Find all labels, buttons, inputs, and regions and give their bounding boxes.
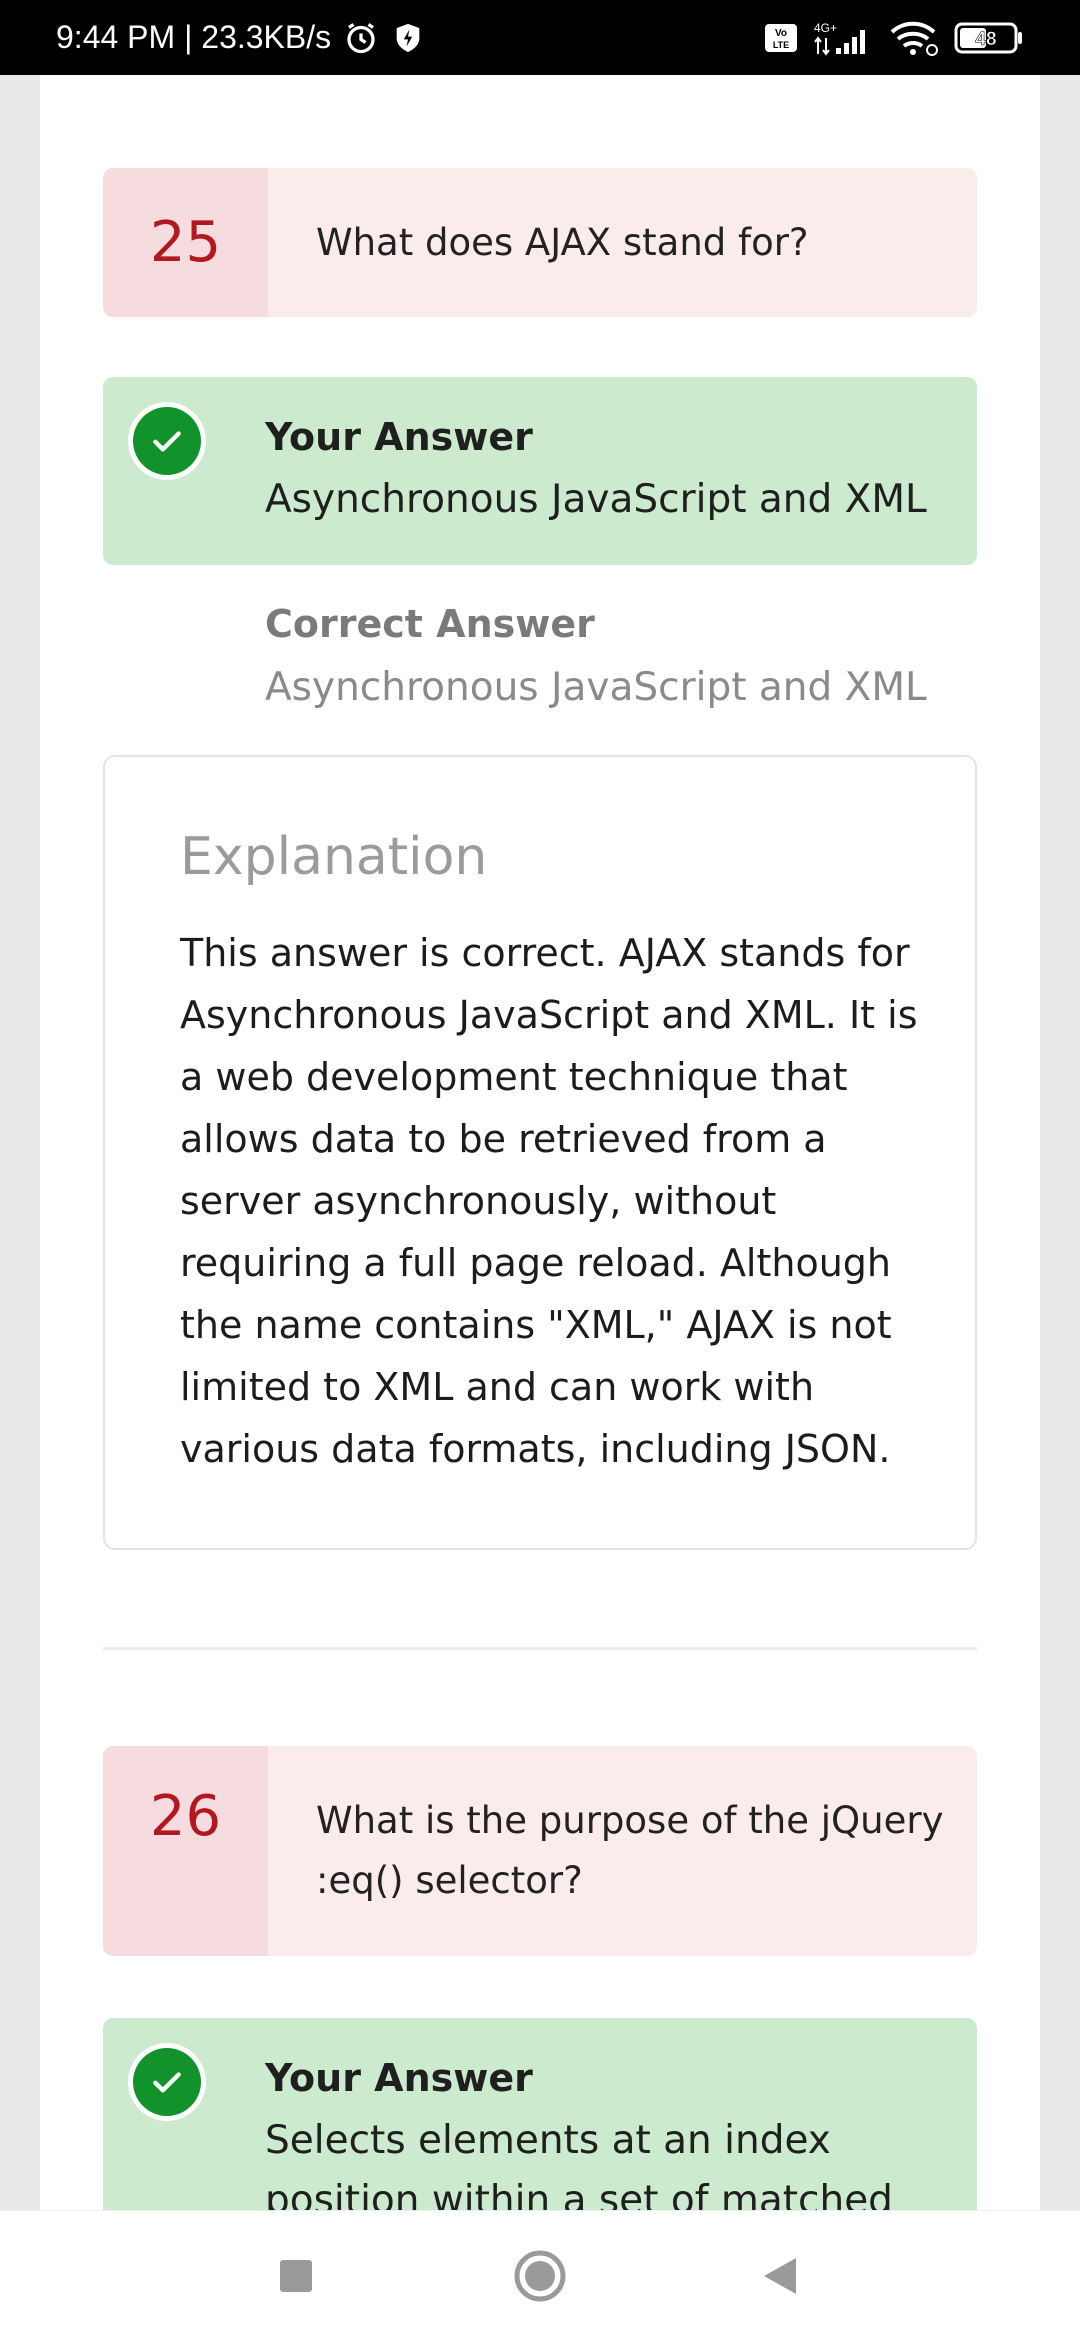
your-answer-value: Selects elements at an index position wi… [265, 2118, 893, 2210]
question-text: What is the purpose of the jQuery :eq() … [316, 1799, 944, 1902]
battery-level: 48 [975, 29, 996, 50]
question-card: 25 What does AJAX stand for? [103, 168, 977, 317]
your-answer-label: Your Answer [265, 415, 533, 459]
quiz-results-page: 25 What does AJAX stand for? Your Answer… [40, 75, 1040, 2210]
shield-icon [391, 20, 425, 56]
home-icon[interactable] [505, 2241, 575, 2311]
explanation-box: Explanation This answer is correct. AJAX… [103, 755, 977, 1550]
status-right: Vo LTE 4G+ 48 [764, 20, 1024, 56]
wifi-icon [888, 20, 940, 56]
svg-text:LTE: LTE [773, 40, 789, 50]
check-icon [128, 402, 206, 480]
check-icon [128, 2043, 206, 2121]
recent-apps-icon[interactable] [261, 2241, 331, 2311]
signal-icon: 4G+ [812, 20, 874, 56]
correct-answer-label: Correct Answer [265, 602, 595, 646]
question-number: 26 [103, 1746, 268, 1956]
network-label: 4G+ [814, 21, 837, 35]
status-left: 9:44 PM | 23.3KB/s [56, 19, 425, 56]
your-answer-value: Asynchronous JavaScript and XML [265, 477, 927, 522]
your-answer-label: Your Answer [265, 2056, 533, 2100]
battery-icon: 48 [954, 21, 1024, 55]
divider [103, 1647, 977, 1650]
svg-text:Vo: Vo [775, 28, 787, 39]
volte-icon: Vo LTE [764, 23, 798, 53]
your-answer-box: Your Answer Selects elements at an index… [103, 2018, 977, 2210]
status-bar: 9:44 PM | 23.3KB/s Vo LTE 4G+ 48 [0, 0, 1080, 75]
navigation-bar [0, 2210, 1080, 2340]
alarm-icon [343, 20, 379, 56]
question-number: 25 [103, 168, 268, 317]
back-icon[interactable] [745, 2241, 815, 2311]
your-answer-box: Your Answer Asynchronous JavaScript and … [103, 377, 977, 565]
explanation-text: This answer is correct. AJAX stands for … [180, 931, 918, 1471]
status-time-speed: 9:44 PM | 23.3KB/s [56, 19, 332, 55]
question-text: What does AJAX stand for? [316, 220, 809, 264]
correct-answer-value: Asynchronous JavaScript and XML [265, 665, 927, 710]
question-card: 26 What is the purpose of the jQuery :eq… [103, 1746, 977, 1956]
explanation-title: Explanation [180, 827, 488, 887]
